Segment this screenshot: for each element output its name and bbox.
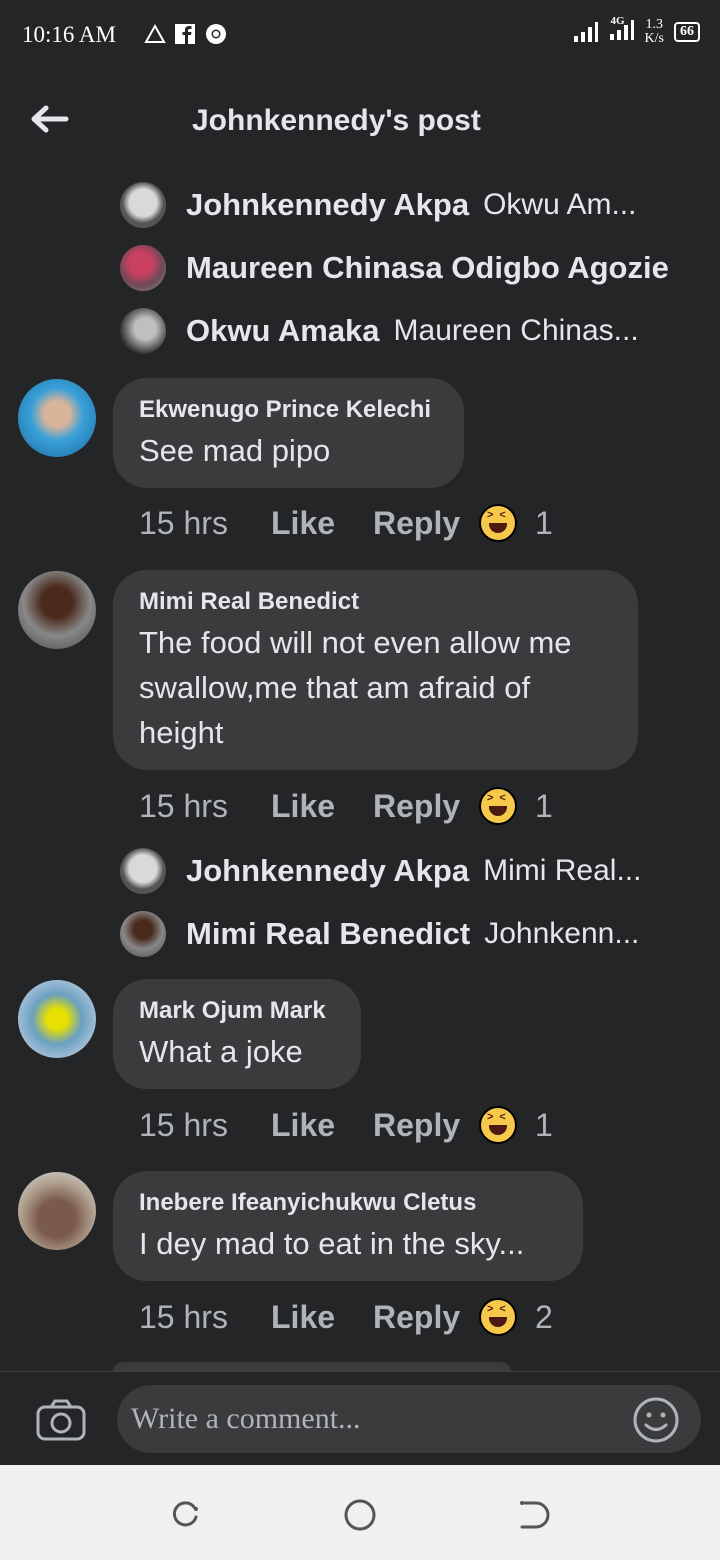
haha-reaction-icon[interactable] xyxy=(479,1106,517,1144)
net-speed-unit: K/s xyxy=(644,31,664,46)
net-speed-value: 1.3 xyxy=(645,17,664,32)
reply-preview[interactable]: Okwu Amaka Maureen Chinas... xyxy=(120,306,639,356)
reply-snippet: Okwu Am... xyxy=(483,188,637,221)
reply-preview[interactable]: Johnkennedy Akpa Mimi Real... xyxy=(120,846,641,896)
reaction-count[interactable]: 2 xyxy=(535,1299,553,1336)
comment-time: 15 hrs xyxy=(139,504,228,541)
status-time: 10:16 AM xyxy=(22,22,116,47)
haha-reaction-icon[interactable] xyxy=(479,504,517,542)
reaction-count[interactable]: 1 xyxy=(535,505,553,542)
comment-text: I dey mad to eat in the sky... xyxy=(139,1226,525,1261)
alert-triangle-icon xyxy=(144,23,166,43)
system-nav-bar xyxy=(0,1465,720,1560)
reply-button[interactable]: Reply xyxy=(373,505,479,542)
avatar xyxy=(120,245,166,291)
like-button[interactable]: Like xyxy=(271,1107,373,1144)
signal-icon xyxy=(573,22,598,42)
page-title: Johnkennedy's post xyxy=(192,104,481,137)
comment-line: height xyxy=(139,715,224,750)
avatar xyxy=(120,182,166,228)
comment-actions: 15 hrs Like Reply 2 xyxy=(139,1298,553,1336)
like-button[interactable]: Like xyxy=(271,505,373,542)
comment-composer xyxy=(0,1371,720,1466)
avatar xyxy=(120,308,166,354)
comment-line: swallow,me that am afraid of xyxy=(139,670,531,705)
battery-level: 66 xyxy=(674,22,700,42)
chrome-icon xyxy=(206,24,226,44)
camera-icon[interactable] xyxy=(36,1398,86,1442)
comment-text: See mad pipo xyxy=(139,433,331,468)
back-arrow-icon[interactable] xyxy=(30,104,70,134)
home-icon[interactable] xyxy=(340,1495,380,1535)
comment-time: 15 hrs xyxy=(139,787,228,824)
comment-bubble[interactable]: Ekwenugo Prince Kelechi See mad pipo xyxy=(113,378,464,488)
comment-actions: 15 hrs Like Reply 1 xyxy=(139,787,553,825)
reply-author: Mimi Real Benedict xyxy=(186,916,471,951)
comment-bubble[interactable]: Inebere Ifeanyichukwu Cletus I dey mad t… xyxy=(113,1171,583,1281)
comment-line: The food will not even allow me xyxy=(139,625,572,660)
comment-bubble[interactable]: Mark Ojum Mark What a joke xyxy=(113,979,361,1089)
reply-preview[interactable]: Maureen Chinasa Odigbo Agozie xyxy=(120,243,683,293)
comment-bubble[interactable]: Mimi Real Benedict The food will not eve… xyxy=(113,570,638,770)
like-button[interactable]: Like xyxy=(271,788,373,825)
recent-apps-icon[interactable] xyxy=(166,1495,206,1535)
facebook-icon xyxy=(175,24,195,44)
back-nav-icon[interactable] xyxy=(514,1495,554,1535)
reply-preview[interactable]: Mimi Real Benedict Johnkenn... xyxy=(120,909,639,959)
reply-author: Okwu Amaka xyxy=(186,313,380,348)
reply-preview[interactable]: Johnkennedy Akpa Okwu Am... xyxy=(120,180,636,230)
reaction-count[interactable]: 1 xyxy=(535,788,553,825)
comment-actions: 15 hrs Like Reply 1 xyxy=(139,504,553,542)
comment-author[interactable]: Ekwenugo Prince Kelechi xyxy=(139,396,438,424)
avatar[interactable] xyxy=(18,571,96,649)
comment-time: 15 hrs xyxy=(139,1298,228,1335)
haha-reaction-icon[interactable] xyxy=(479,1298,517,1336)
reply-button[interactable]: Reply xyxy=(373,1299,479,1336)
emoji-icon[interactable] xyxy=(632,1396,680,1444)
like-button[interactable]: Like xyxy=(271,1299,373,1336)
reaction-count[interactable]: 1 xyxy=(535,1107,553,1144)
comment-text: What a joke xyxy=(139,1034,303,1069)
avatar xyxy=(120,848,166,894)
reply-button[interactable]: Reply xyxy=(373,1107,479,1144)
comment-author[interactable]: Inebere Ifeanyichukwu Cletus xyxy=(139,1189,557,1217)
reply-snippet: Johnkenn... xyxy=(484,917,640,950)
reply-author: Johnkennedy Akpa xyxy=(186,853,470,888)
avatar[interactable] xyxy=(18,379,96,457)
reply-snippet: Maureen Chinas... xyxy=(393,314,639,347)
reply-button[interactable]: Reply xyxy=(373,788,479,825)
comment-author[interactable]: Mimi Real Benedict xyxy=(139,588,612,616)
haha-reaction-icon[interactable] xyxy=(479,787,517,825)
reply-author: Maureen Chinasa Odigbo Agozie xyxy=(186,250,669,285)
network-type: 4G xyxy=(610,14,625,27)
avatar[interactable] xyxy=(18,980,96,1058)
reply-author: Johnkennedy Akpa xyxy=(186,187,470,222)
status-bar: 10:16 AM 4G 1.3 K/s 66 xyxy=(0,0,720,72)
avatar[interactable] xyxy=(18,1172,96,1250)
header: Johnkennedy's post xyxy=(0,72,720,172)
reply-snippet: Mimi Real... xyxy=(483,854,642,887)
comment-actions: 15 hrs Like Reply 1 xyxy=(139,1106,553,1144)
avatar xyxy=(120,911,166,957)
comment-author[interactable]: Mark Ojum Mark xyxy=(139,997,335,1025)
comment-text: The food will not even allow me swallow,… xyxy=(139,620,612,755)
comment-input[interactable] xyxy=(117,1385,701,1453)
comment-time: 15 hrs xyxy=(139,1106,228,1143)
